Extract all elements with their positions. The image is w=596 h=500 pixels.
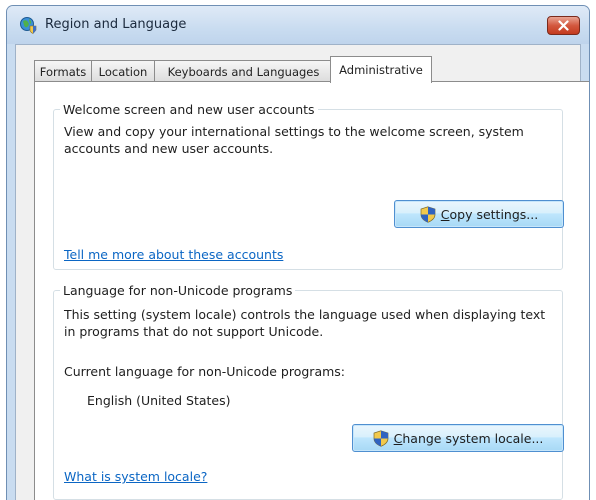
tab-administrative[interactable]: Administrative bbox=[330, 56, 432, 83]
title-bar[interactable]: Region and Language bbox=[7, 6, 589, 44]
copy-settings-button[interactable]: Copy settings... bbox=[394, 200, 564, 228]
current-language-value: English (United States) bbox=[87, 393, 231, 408]
welcome-screen-group: Welcome screen and new user accounts Vie… bbox=[53, 102, 564, 270]
close-button[interactable] bbox=[547, 16, 580, 35]
tab-label: Keyboards and Languages bbox=[167, 64, 320, 79]
uac-shield-icon bbox=[420, 205, 436, 223]
administrative-tab-page: Welcome screen and new user accounts Vie… bbox=[34, 81, 589, 500]
change-system-locale-label-rest: hange system locale... bbox=[402, 430, 544, 446]
tab-keyboards-and-languages[interactable]: Keyboards and Languages bbox=[154, 60, 333, 82]
non-unicode-group-legend: Language for non-Unicode programs bbox=[60, 283, 296, 298]
tab-location[interactable]: Location bbox=[91, 60, 155, 82]
tab-formats[interactable]: Formats bbox=[34, 60, 92, 82]
window-title: Region and Language bbox=[45, 17, 187, 32]
copy-settings-label: Copy settings... bbox=[441, 207, 538, 222]
dialog-client-area: Formats Location Keyboards and Languages… bbox=[15, 44, 589, 500]
copy-settings-mnemonic: C bbox=[440, 206, 450, 222]
change-system-locale-button[interactable]: Change system locale... bbox=[352, 424, 564, 452]
tab-label: Formats bbox=[39, 64, 87, 79]
close-icon bbox=[558, 20, 569, 31]
welcome-group-description: View and copy your international setting… bbox=[64, 124, 524, 156]
tab-label: Administrative bbox=[339, 63, 423, 77]
tab-label: Location bbox=[98, 64, 148, 79]
tab-strip: Formats Location Keyboards and Languages… bbox=[34, 56, 589, 83]
current-language-label: Current language for non-Unicode program… bbox=[64, 364, 345, 379]
non-unicode-group-description: This setting (system locale) controls th… bbox=[64, 307, 546, 339]
non-unicode-language-group: Language for non-Unicode programs This s… bbox=[53, 283, 564, 500]
region-and-language-window: Region and Language Formats Location Key… bbox=[6, 5, 590, 500]
change-system-locale-label: Change system locale... bbox=[394, 431, 544, 446]
globe-shield-icon bbox=[19, 16, 37, 34]
welcome-group-legend: Welcome screen and new user accounts bbox=[60, 102, 318, 117]
copy-settings-label-rest: opy settings... bbox=[449, 206, 539, 222]
what-is-system-locale-link[interactable]: What is system locale? bbox=[64, 469, 207, 484]
tell-me-more-link[interactable]: Tell me more about these accounts bbox=[64, 247, 283, 262]
uac-shield-icon bbox=[373, 429, 389, 447]
